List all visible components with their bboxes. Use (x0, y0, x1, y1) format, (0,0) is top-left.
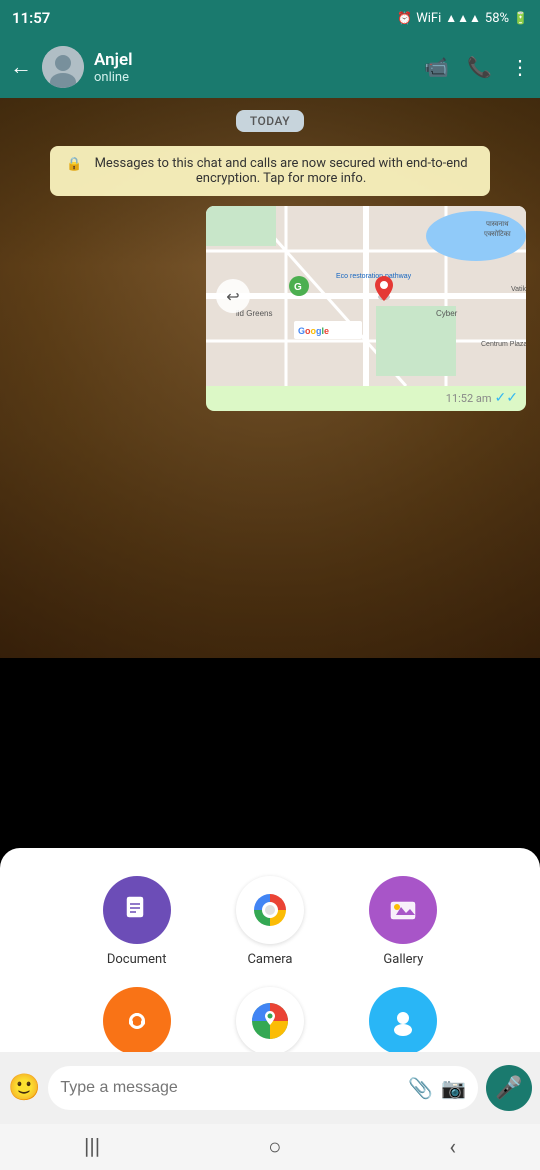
status-time: 11:57 (12, 9, 50, 27)
attach-camera[interactable]: Camera (203, 876, 336, 967)
header-actions: 📹 📞 ⋮ (424, 55, 530, 79)
svg-text:Centrum Plaza: Centrum Plaza (481, 341, 526, 348)
attach-gallery[interactable]: Gallery (337, 876, 470, 967)
encryption-notice[interactable]: 🔒 Messages to this chat and calls are no… (50, 146, 490, 196)
chat-header: ← Anjel online 📹 📞 ⋮ (0, 36, 540, 98)
status-icons: ⏰ WiFi ▲▲▲ 58% 🔋 (397, 11, 528, 26)
document-circle (103, 876, 171, 944)
forward-button[interactable]: ↩ (216, 279, 250, 313)
chat-content: TODAY 🔒 Messages to this chat and calls … (0, 98, 540, 658)
svg-text:Vatika Towe: Vatika Towe (511, 286, 526, 293)
status-bar: 11:57 ⏰ WiFi ▲▲▲ 58% 🔋 (0, 0, 540, 36)
camera-input-icon[interactable]: 📷 (441, 1076, 466, 1100)
document-label: Document (107, 952, 167, 967)
audio-icon (122, 1006, 152, 1036)
chat-area: TODAY 🔒 Messages to this chat and calls … (0, 98, 540, 658)
read-receipt: ✓✓ (495, 390, 518, 406)
attach-grid: Document (70, 876, 470, 1078)
recents-button[interactable]: ||| (84, 1135, 100, 1160)
menu-button[interactable]: ⋮ (510, 55, 530, 79)
battery-icon: 🔋 (513, 11, 528, 25)
svg-text:Eco restoration pathway: Eco restoration pathway (336, 273, 412, 280)
contact-info: Anjel online (94, 50, 414, 85)
map-image: पास्वनाथ एक्सोटिका Eco restoration pathw… (206, 206, 526, 386)
message-time: 11:52 am ✓✓ (206, 386, 526, 411)
location-icon (248, 999, 292, 1043)
gallery-circle (369, 876, 437, 944)
avatar[interactable] (42, 46, 84, 88)
mic-button[interactable]: 🎤 (486, 1065, 532, 1111)
svg-text:Google: Google (298, 326, 329, 336)
svg-text:पास्वनाथ: पास्वनाथ (486, 221, 509, 228)
nav-bar: ||| ○ ‹ (0, 1124, 540, 1170)
back-button[interactable]: ← (10, 54, 32, 80)
emoji-button[interactable]: 🙂 (8, 1073, 40, 1103)
message-input-wrap: 📎 📷 (48, 1066, 478, 1110)
lock-icon: 🔒 (66, 157, 82, 172)
attach-document[interactable]: Document (70, 876, 203, 967)
contact-circle (369, 987, 437, 1055)
camera-icon (251, 891, 289, 929)
today-badge: TODAY (236, 110, 304, 132)
gallery-label: Gallery (383, 952, 423, 967)
back-nav-button[interactable]: ‹ (449, 1135, 456, 1160)
wifi-icon: WiFi (416, 11, 441, 26)
phone-call-button[interactable]: 📞 (467, 55, 492, 79)
attachment-icon[interactable]: 📎 (408, 1076, 433, 1100)
input-bar: 🙂 📎 📷 🎤 (0, 1052, 540, 1124)
encryption-text: Messages to this chat and calls are now … (88, 156, 474, 186)
contact-name[interactable]: Anjel (94, 50, 414, 70)
svg-text:Cyber: Cyber (436, 309, 458, 318)
svg-text:G: G (294, 282, 302, 293)
map-message-bubble[interactable]: पास्वनाथ एक्सोटिका Eco restoration pathw… (206, 206, 526, 411)
home-button[interactable]: ○ (268, 1134, 281, 1160)
location-circle (236, 987, 304, 1055)
signal-icon: ▲▲▲ (445, 11, 481, 25)
message-input[interactable] (60, 1079, 400, 1097)
video-call-button[interactable]: 📹 (424, 55, 449, 79)
svg-text:एक्सोटिका: एक्सोटिका (484, 229, 511, 238)
gallery-icon (388, 895, 418, 925)
camera-label: Camera (247, 952, 292, 967)
battery-text: 58% (485, 11, 509, 26)
alarm-icon: ⏰ (397, 11, 412, 25)
audio-circle (103, 987, 171, 1055)
contact-status: online (94, 70, 414, 85)
contact-icon (388, 1006, 418, 1036)
camera-circle (236, 876, 304, 944)
document-icon (122, 895, 152, 925)
